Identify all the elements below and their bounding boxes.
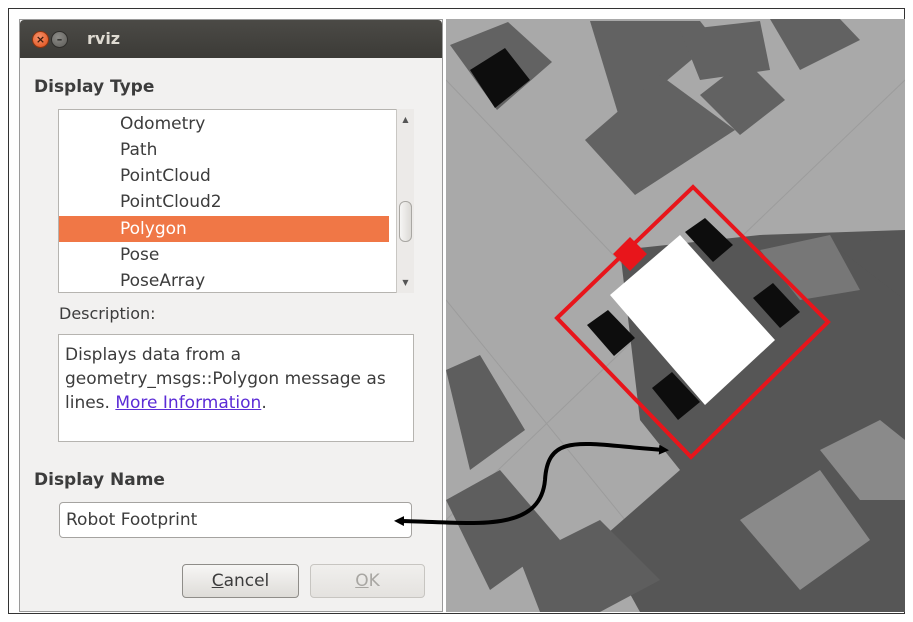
minimize-icon[interactable]: –	[51, 31, 68, 48]
description-label: Description:	[59, 304, 156, 323]
description-period: .	[261, 393, 267, 413]
more-information-link[interactable]: More Information	[115, 393, 261, 413]
cancel-label: Cancel	[211, 571, 270, 591]
scroll-up-icon[interactable]: ▲	[399, 111, 412, 127]
scroll-down-icon[interactable]: ▼	[399, 274, 412, 290]
list-item-pointcloud[interactable]: PointCloud	[59, 163, 389, 189]
display-name-input[interactable]	[59, 502, 412, 538]
costmap-render	[446, 19, 905, 612]
display-name-label: Display Name	[34, 470, 165, 490]
list-item-pose[interactable]: Pose	[59, 242, 389, 268]
description-box: Displays data from a geometry_msgs::Poly…	[58, 334, 414, 442]
window-title: rviz	[87, 29, 121, 48]
list-item-pointcloud2[interactable]: PointCloud2	[59, 189, 389, 215]
close-icon[interactable]: ×	[32, 31, 49, 48]
rviz-3d-view[interactable]	[446, 19, 905, 612]
list-item-path[interactable]: Path	[59, 137, 389, 163]
ok-label: OK	[355, 571, 380, 591]
list-item-polygon[interactable]: Polygon	[59, 216, 389, 242]
add-display-dialog: × – rviz Display Type Odometry Path Poin…	[19, 19, 443, 612]
ok-button[interactable]: OK	[310, 564, 425, 598]
list-item-posearray[interactable]: PoseArray	[59, 268, 389, 292]
cancel-button[interactable]: Cancel	[182, 564, 299, 598]
display-type-list[interactable]: Odometry Path PointCloud PointCloud2 Pol…	[58, 109, 414, 293]
list-scrollbar[interactable]: ▲ ▼	[396, 109, 414, 293]
display-type-label: Display Type	[34, 77, 155, 97]
list-item-odometry[interactable]: Odometry	[59, 111, 389, 137]
scroll-thumb[interactable]	[399, 201, 412, 242]
title-bar: × – rviz	[20, 20, 442, 58]
